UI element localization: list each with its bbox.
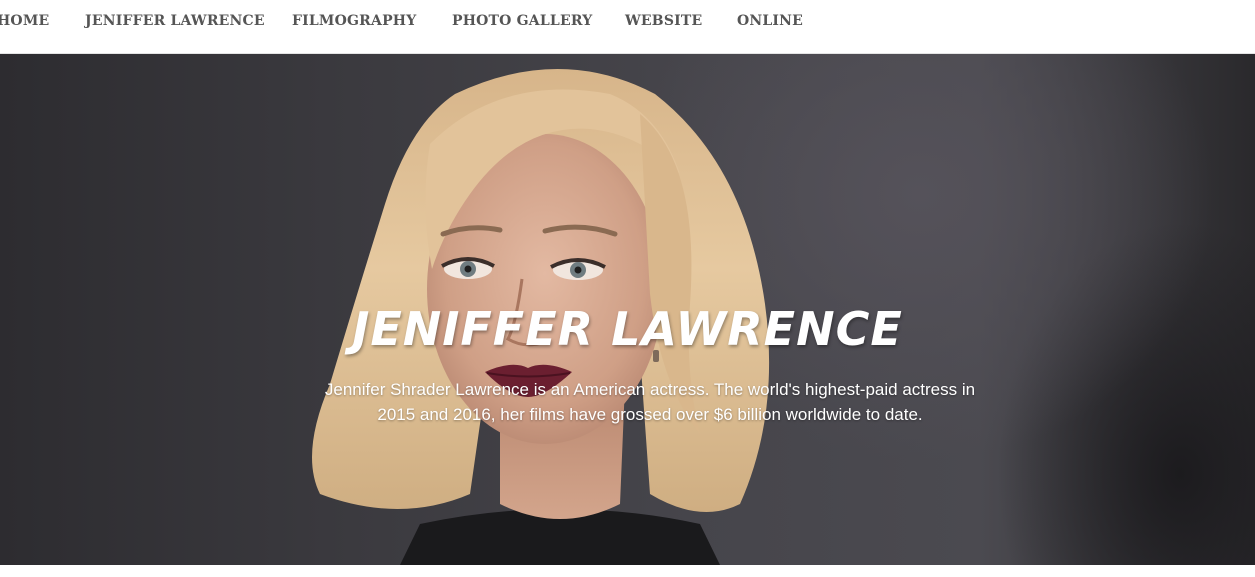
nav-item-home[interactable]: HOME xyxy=(0,13,49,29)
top-navigation: HOME JENIFFER LAWRENCE FILMOGRAPHY PHOTO… xyxy=(0,0,1255,54)
nav-item-website[interactable]: WEBSITE xyxy=(625,13,702,29)
nav-item-filmography[interactable]: FILMOGRAPHY xyxy=(292,13,416,29)
nav-item-jeniffer-lawrence[interactable]: JENIFFER LAWRENCE xyxy=(85,13,265,29)
hero-title: JENIFFER LAWRENCE xyxy=(352,302,903,356)
hero-description: Jennifer Shrader Lawrence is an American… xyxy=(324,380,976,424)
nav-item-photo-gallery[interactable]: PHOTO GALLERY xyxy=(452,13,592,29)
nav-item-online[interactable]: ONLINE xyxy=(737,13,803,29)
page-bottom-strip xyxy=(0,565,1255,577)
hero-banner: JENIFFER LAWRENCE Jennifer Shrader Lawre… xyxy=(0,54,1255,565)
